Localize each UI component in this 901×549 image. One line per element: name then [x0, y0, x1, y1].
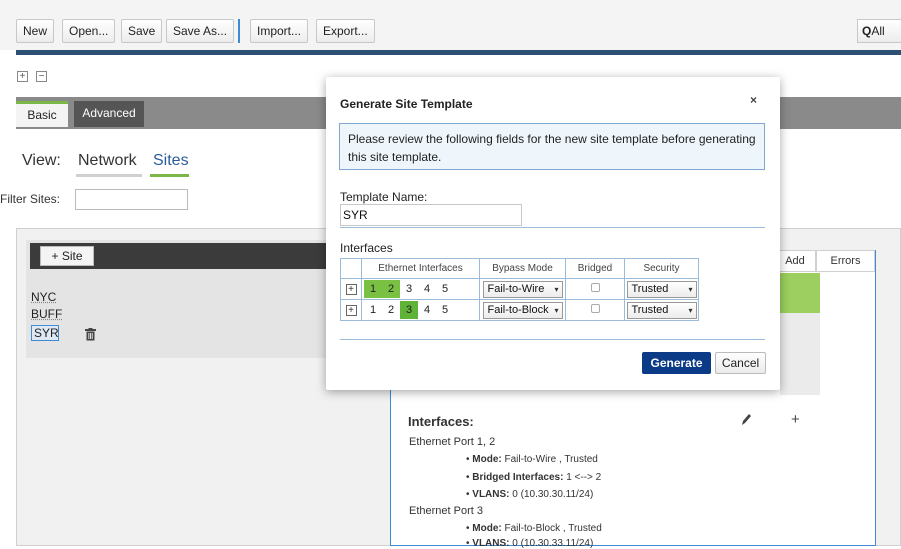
filter-sites-input[interactable]	[75, 189, 188, 210]
chevron-down-icon: ▾	[688, 284, 693, 294]
column-header: Bypass Mode	[479, 258, 566, 279]
column-header: Ethernet Interfaces	[361, 258, 480, 279]
sites-underline	[150, 174, 189, 177]
header-divider	[16, 50, 901, 55]
bridged-checkbox[interactable]	[590, 283, 600, 292]
section-divider	[340, 339, 765, 340]
ethernet-port-toggle[interactable]: 1	[364, 301, 382, 319]
filter-sites-label: Filter Sites:	[0, 192, 61, 206]
security-value: Trusted	[631, 282, 669, 295]
ethernet-port-toggle[interactable]: 1	[364, 280, 382, 298]
port-title: Ethernet Port 3	[409, 505, 483, 517]
security-value: Trusted	[631, 303, 669, 316]
port-bullet: • VLANS: 0 (10.30.30.11/24)	[466, 489, 594, 500]
status-block	[780, 273, 820, 313]
ethernet-port-toggle[interactable]: 5	[436, 301, 454, 319]
site-item-nyc[interactable]: NYC	[31, 290, 56, 304]
filter-all-dropdown[interactable]: QAll	[857, 19, 901, 43]
port-bullet: • VLANS: 0 (10.30.33.11/24)	[466, 538, 594, 549]
port-bullet: • Bridged Interfaces: 1 <--> 2	[466, 472, 602, 483]
dialog-title: Generate Site Template	[340, 97, 473, 111]
tab-basic[interactable]: Basic	[16, 101, 68, 127]
toolbar-divider	[238, 19, 240, 43]
bypass-mode-value: Fail-to-Block	[487, 303, 549, 316]
network-underline	[76, 174, 142, 177]
site-item-syr[interactable]: SYR	[31, 325, 59, 341]
security-select[interactable]: Trusted ▾	[626, 280, 697, 298]
ethernet-port-toggle[interactable]: 2	[382, 280, 400, 298]
bypass-mode-select[interactable]: Fail-to-Block ▾	[482, 301, 563, 319]
column-header: Bridged	[565, 258, 625, 279]
save-as-button[interactable]: Save As...	[166, 19, 235, 43]
generate-button[interactable]: Generate	[642, 352, 711, 374]
pencil-icon[interactable]	[740, 413, 752, 430]
trash-icon[interactable]	[85, 328, 96, 344]
expand-row-icon[interactable]: +	[345, 305, 357, 316]
template-name-input[interactable]: SYR	[340, 204, 522, 226]
filter-all-label: All	[871, 24, 885, 38]
interfaces-label: Interfaces	[340, 241, 393, 255]
port-bullet: • Mode: Fail-to-Wire , Trusted	[466, 454, 598, 465]
template-name-label: Template Name:	[340, 190, 428, 204]
save-button[interactable]: Save	[121, 19, 163, 43]
ethernet-port-toggle[interactable]: 4	[418, 280, 436, 298]
bypass-mode-select[interactable]: Fail-to-Wire ▾	[482, 280, 563, 298]
close-icon[interactable]: ×	[750, 93, 757, 107]
expand-column-header	[340, 258, 362, 279]
expand-row-icon[interactable]: +	[345, 284, 357, 295]
chevron-down-icon: ▾	[554, 284, 559, 294]
tab-advanced[interactable]: Advanced	[74, 101, 144, 127]
add-site-button[interactable]: + Site	[40, 246, 94, 266]
add-site-label: Site	[61, 249, 83, 263]
table-row: + 12345 Fail-to-Block ▾ Trusted ▾	[340, 299, 699, 321]
view-network-link[interactable]: Network	[78, 152, 137, 170]
search-icon: Q	[862, 24, 872, 38]
ethernet-port-toggle[interactable]: 3	[400, 301, 418, 319]
bypass-mode-value: Fail-to-Wire	[487, 282, 545, 295]
column-header-errors: Errors	[816, 250, 875, 272]
ethernet-port-toggle[interactable]: 2	[382, 301, 400, 319]
open-button[interactable]: Open...	[62, 19, 116, 43]
bridged-checkbox[interactable]	[590, 304, 600, 313]
port-title: Ethernet Port 1, 2	[409, 436, 496, 448]
info-message: Please review the following fields for t…	[339, 123, 765, 170]
section-divider	[340, 227, 765, 228]
export-button[interactable]: Export...	[316, 19, 375, 43]
status-area	[780, 313, 820, 395]
interfaces-table: Ethernet Interfaces Bypass Mode Bridged …	[340, 258, 699, 321]
column-header-add: Add	[774, 250, 816, 272]
cancel-button[interactable]: Cancel	[715, 352, 766, 374]
chevron-down-icon: ▾	[554, 305, 559, 315]
toolbar: New Open... Save Save As... Import... Ex…	[0, 0, 901, 50]
new-button[interactable]: New	[16, 19, 55, 43]
collapse-all-icon[interactable]: −	[36, 71, 47, 82]
view-label: View:	[22, 152, 61, 169]
ethernet-port-toggle[interactable]: 4	[418, 301, 436, 319]
generate-site-template-dialog: Generate Site Template × Please review t…	[326, 77, 780, 390]
view-sites-link[interactable]: Sites	[153, 152, 189, 170]
expand-all-icon[interactable]: +	[17, 71, 28, 82]
table-header-row: Ethernet Interfaces Bypass Mode Bridged …	[340, 258, 699, 279]
ethernet-port-toggle[interactable]: 3	[400, 280, 418, 298]
add-interface-icon[interactable]: +	[791, 411, 800, 428]
security-select[interactable]: Trusted ▾	[626, 301, 697, 319]
chevron-down-icon: ▾	[688, 305, 693, 315]
table-row: + 12345 Fail-to-Wire ▾ Trusted ▾	[340, 278, 699, 300]
column-header: Security	[624, 258, 699, 279]
ethernet-port-toggle[interactable]: 5	[436, 280, 454, 298]
port-bullet: • Mode: Fail-to-Block , Trusted	[466, 523, 602, 534]
site-item-buff[interactable]: BUFF	[31, 307, 62, 321]
plus-icon: +	[51, 249, 59, 263]
interfaces-heading: Interfaces:	[408, 414, 474, 429]
import-button[interactable]: Import...	[250, 19, 309, 43]
